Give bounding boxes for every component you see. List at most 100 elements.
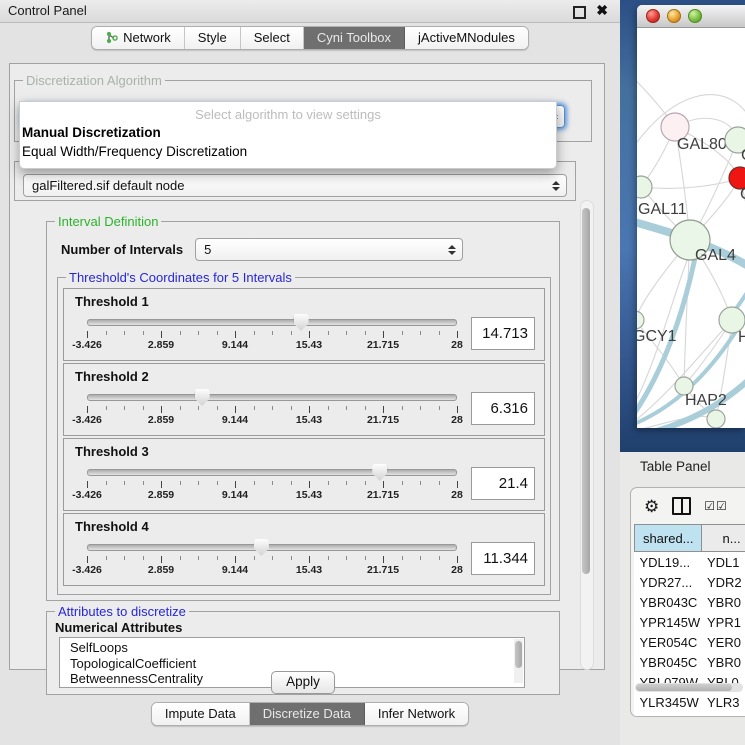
cell-shared-name: YPR145W [635,612,702,632]
cell-name: YBR0 [702,652,745,672]
gear-icon[interactable]: ⚙ [644,498,659,515]
node-label: GAL4 [695,247,736,264]
tick-mark [106,556,107,560]
list-scrollbar[interactable] [514,639,523,683]
tick-mark [309,481,310,488]
tick-label: 2.859 [148,489,174,501]
tick-mark [383,481,384,488]
tick-mark [365,331,366,335]
table-horizontal-scrollbar[interactable] [635,683,743,692]
threshold-slider-3[interactable]: -3.4262.8599.14415.4321.71528 [87,463,457,503]
column-header-shared-name[interactable]: shared... [635,525,702,552]
network-canvas[interactable]: GAL80GCGAL11GAL4GCY1HHAP2 [637,28,745,428]
tab-label: Network [123,30,171,45]
threshold-value-input[interactable]: 14.713 [471,317,535,350]
tab-impute-data[interactable]: Impute Data [152,703,250,725]
network-window-titlebar [637,5,745,28]
table-row[interactable]: YER054CYER0 [635,632,745,652]
table-row[interactable]: YDR27...YDR2 [635,572,745,592]
tick-mark [217,481,218,485]
algorithm-option-equal-width[interactable]: Equal Width/Frequency Discretization [20,142,556,161]
split-view-icon[interactable] [672,497,691,515]
table-row[interactable]: YLR345WYLR3 [635,692,745,712]
float-window-icon[interactable] [573,6,586,19]
tab-discretize-data[interactable]: Discretize Data [250,703,365,725]
tick-mark [383,331,384,338]
tick-mark [346,406,347,410]
checkbox-icons[interactable]: ☑☑ [704,499,728,513]
slider-ticks [87,404,457,412]
tick-label: 2.859 [148,564,174,576]
tick-label: 15.43 [296,489,322,501]
tick-mark [143,331,144,335]
table-row[interactable]: YDL19...YDL1 [635,552,745,573]
tick-mark [291,406,292,410]
slider-ticks [87,554,457,562]
network-node-gal11[interactable] [637,176,652,198]
tick-mark [383,406,384,413]
tick-mark [161,406,162,413]
panel-vertical-scrollbar[interactable] [580,200,594,670]
tick-mark [235,331,236,338]
list-item[interactable]: SelfLoops [70,640,524,656]
tick-mark [235,556,236,563]
close-icon[interactable]: ✖ [596,2,608,19]
tick-label: 28 [451,489,463,501]
threshold-label: Threshold 3 [75,444,537,459]
network-node-gcy1[interactable] [637,311,644,329]
num-intervals-combobox[interactable]: 5 [195,238,463,261]
tick-mark [457,406,458,413]
threshold-panel-1: Threshold 1-3.4262.8599.14415.4321.71528… [63,288,545,361]
tab-infer-network[interactable]: Infer Network [365,703,468,725]
threshold-value-input[interactable]: 21.4 [471,467,535,500]
threshold-value-input[interactable]: 11.344 [471,542,535,575]
tab-label: Infer Network [378,706,455,721]
tick-mark [217,556,218,560]
threshold-slider-4[interactable]: -3.4262.8599.14415.4321.71528 [87,538,457,578]
cell-shared-name: YDL19... [635,552,702,573]
threshold-label: Threshold 4 [75,519,537,534]
zoom-traffic-light-icon[interactable] [688,9,702,23]
tick-label: 28 [451,414,463,426]
tab-select[interactable]: Select [241,27,304,49]
threshold-value-input[interactable]: 6.316 [471,392,535,425]
tick-mark [217,331,218,335]
tab-cyni-toolbox[interactable]: Cyni Toolbox [304,27,405,49]
tab-style[interactable]: Style [185,27,241,49]
tick-label: 21.715 [367,339,399,351]
apply-button[interactable]: Apply [271,671,335,694]
table-data-combobox[interactable]: galFiltered.sif default node [23,174,567,197]
column-header-name[interactable]: n... [702,525,745,552]
close-traffic-light-icon[interactable] [646,9,660,23]
tab-label: Select [254,30,290,45]
combo-stepper-icon [551,181,560,191]
slider-tick-labels: -3.4262.8599.14415.4321.71528 [87,564,457,576]
top-tab-strip: Network Style Select Cyni ToolboxjActiveMNo… [0,26,620,50]
table-row[interactable]: YBR043CYBR0 [635,592,745,612]
table-row[interactable]: YIL052CYIL0 [635,712,745,717]
network-edge[interactable] [641,178,740,188]
cell-name: YLR3 [702,692,745,712]
tick-mark [402,556,403,560]
tick-mark [309,331,310,338]
tick-mark [198,481,199,485]
tab-network[interactable]: Network [92,27,185,49]
tick-mark [254,556,255,560]
algorithm-option-manual[interactable]: Manual Discretization [20,123,556,142]
tick-mark [328,556,329,560]
minimize-traffic-light-icon[interactable] [667,9,681,23]
tick-label: 2.859 [148,414,174,426]
tick-mark [346,331,347,335]
network-node[interactable] [707,410,725,428]
threshold-slider-2[interactable]: -3.4262.8599.14415.4321.71528 [87,388,457,428]
slider-track [87,319,457,326]
list-item[interactable]: TopologicalCoefficient [70,656,524,672]
threshold-slider-1[interactable]: -3.4262.8599.14415.4321.71528 [87,313,457,353]
table-toolbar: ⚙ ☑☑ [631,488,745,524]
table-row[interactable]: YPR145WYPR1 [635,612,745,632]
tick-label: 21.715 [367,414,399,426]
table-row[interactable]: YBR045CYBR0 [635,652,745,672]
tick-mark [439,556,440,560]
tab-label: Discretize Data [263,706,351,721]
tab-jactivemnodules[interactable]: jActiveMNodules [405,27,528,49]
